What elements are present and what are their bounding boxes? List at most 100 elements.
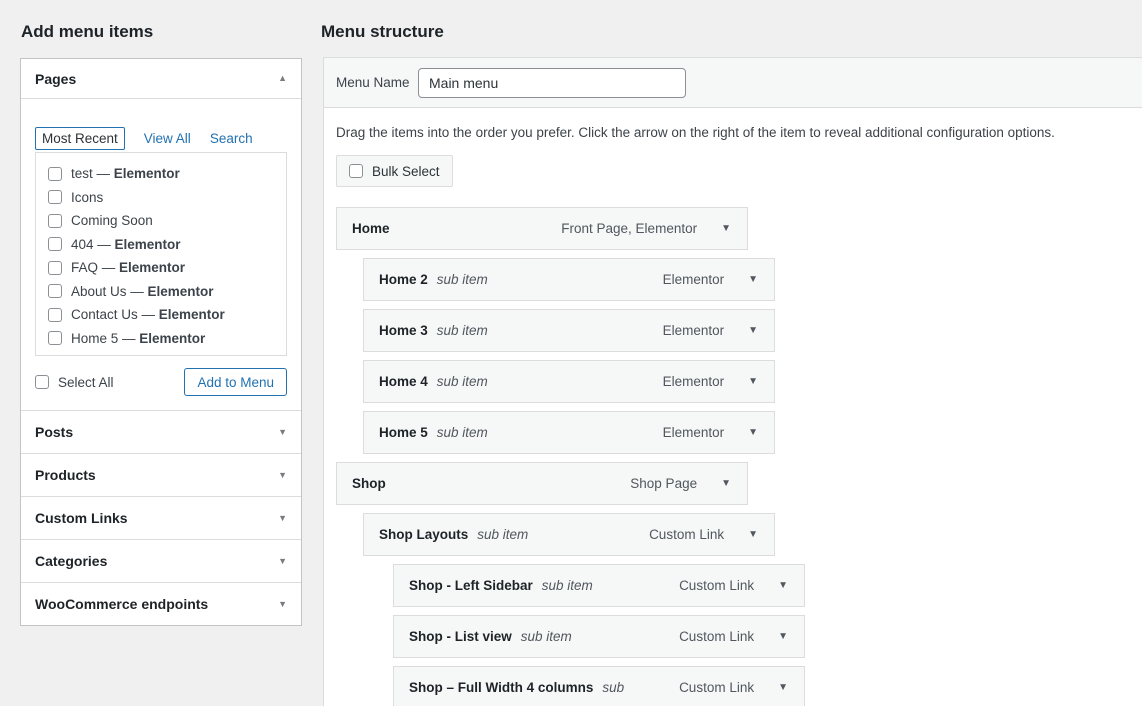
chevron-up-icon: ▲ [278, 74, 287, 83]
page-checklist: test — Elementor Icons Coming Soon 404 — El… [35, 152, 287, 356]
chevron-down-icon[interactable]: ▼ [748, 428, 758, 438]
add-menu-items-panel: Pages ▲ Most Recent View All Search test… [20, 58, 302, 626]
chevron-down-icon[interactable]: ▼ [748, 530, 758, 540]
menu-item-title: Shop [352, 476, 386, 491]
page-checklist-item[interactable]: 404 — Elementor [36, 233, 286, 257]
bulk-select-label: Bulk Select [372, 164, 440, 179]
sidebar-section-products: Products▼ [21, 453, 301, 496]
menu-item-title: Home 5 [379, 425, 428, 440]
checkbox-icon[interactable] [48, 284, 62, 298]
tab-search[interactable]: Search [210, 131, 253, 146]
menu-item-sub-label: sub item [437, 425, 488, 440]
accordion-pages-header[interactable]: Pages ▲ [21, 59, 301, 99]
menu-item-type-label: Elementor [663, 374, 725, 389]
menu-name-bar: Menu Name [324, 58, 1142, 108]
checkbox-icon[interactable] [48, 214, 62, 228]
checkbox-icon[interactable] [48, 331, 62, 345]
menu-name-input[interactable] [418, 68, 686, 98]
chevron-down-icon[interactable]: ▼ [748, 377, 758, 387]
accordion-header[interactable]: Categories ▼ [21, 540, 301, 582]
checkbox-icon[interactable] [35, 375, 49, 389]
chevron-down-icon: ▼ [278, 514, 287, 523]
accordion-pages-label: Pages [35, 71, 76, 87]
bulk-select-toggle[interactable]: Bulk Select [336, 155, 453, 187]
menu-name-label: Menu Name [336, 75, 418, 90]
menu-items-list: HomeFront Page, Elementor▼Home 2sub item… [336, 207, 1130, 706]
accordion-header[interactable]: Custom Links ▼ [21, 497, 301, 539]
menu-item-bar[interactable]: HomeFront Page, Elementor▼ [336, 207, 748, 250]
menu-item-type-label: Elementor [663, 425, 725, 440]
page-checklist-item[interactable]: Home 5 — Elementor [36, 327, 286, 351]
accordion-label: Categories [35, 553, 107, 569]
checkbox-icon[interactable] [48, 237, 62, 251]
menu-item-bar[interactable]: Shop – Full Width 4 columnssubCustom Lin… [393, 666, 805, 706]
menu-item-title: Home 3 [379, 323, 428, 338]
menu-item-title: Shop – Full Width 4 columns [409, 680, 593, 695]
menu-item-title: Home 2 [379, 272, 428, 287]
accordion-header[interactable]: Posts ▼ [21, 411, 301, 453]
chevron-down-icon[interactable]: ▼ [778, 683, 788, 693]
sidebar-section-woocommerce-endpoints: WooCommerce endpoints▼ [21, 582, 301, 625]
add-to-menu-button[interactable]: Add to Menu [184, 368, 287, 396]
chevron-down-icon: ▼ [278, 428, 287, 437]
page-item-state: Elementor [159, 307, 225, 322]
menu-item-bar[interactable]: Home 2sub itemElementor▼ [363, 258, 775, 301]
accordion-header[interactable]: Products▼ [21, 454, 301, 496]
menu-item-title: Shop - List view [409, 629, 512, 644]
tab-most-recent[interactable]: Most Recent [35, 127, 125, 150]
menu-item-type-label: Custom Link [679, 578, 754, 593]
menu-item-type-label: Custom Link [649, 527, 724, 542]
chevron-down-icon[interactable]: ▼ [778, 581, 788, 591]
page-item-label: Contact Us — Elementor [71, 307, 225, 322]
checkbox-icon[interactable] [48, 167, 62, 181]
page-checklist-item[interactable]: About Us — Elementor [36, 280, 286, 304]
checkbox-icon[interactable] [48, 308, 62, 322]
menu-item-type-label: Front Page, Elementor [561, 221, 697, 236]
page-checklist-item[interactable]: test — Elementor [36, 162, 286, 186]
chevron-down-icon[interactable]: ▼ [748, 326, 758, 336]
menu-item-sub-label: sub item [521, 629, 572, 644]
menu-item-bar[interactable]: Home 3sub itemElementor▼ [363, 309, 775, 352]
menu-item-bar[interactable]: Shop Layoutssub itemCustom Link▼ [363, 513, 775, 556]
page-checklist-item[interactable]: FAQ — Elementor [36, 256, 286, 280]
sidebar-section-custom-links: Custom Links ▼ [21, 496, 301, 539]
page-checklist-item[interactable]: Icons [36, 186, 286, 210]
menu-item-sub-label: sub item [542, 578, 593, 593]
chevron-down-icon[interactable]: ▼ [778, 632, 788, 642]
chevron-down-icon[interactable]: ▼ [721, 479, 731, 489]
menu-item-title: Shop Layouts [379, 527, 468, 542]
menu-item-sub-label: sub item [437, 272, 488, 287]
page-checklist-item[interactable]: Coming Soon [36, 209, 286, 233]
checkbox-icon[interactable] [48, 190, 62, 204]
select-all-control[interactable]: Select All [35, 375, 114, 390]
page-item-label: Icons [71, 190, 103, 205]
menu-item-bar[interactable]: Home 5 sub item Elementor ▼ [363, 411, 775, 454]
accordion-label: Products [35, 467, 96, 483]
chevron-down-icon: ▼ [278, 557, 287, 566]
menu-item-title: Shop - Left Sidebar [409, 578, 533, 593]
add-menu-items-title: Add menu items [21, 22, 153, 42]
checkbox-icon[interactable] [48, 261, 62, 275]
page-checklist-item[interactable]: Contact Us — Elementor [36, 303, 286, 327]
chevron-down-icon[interactable]: ▼ [721, 224, 731, 234]
chevron-down-icon[interactable]: ▼ [748, 275, 758, 285]
page-item-label: Coming Soon [71, 213, 153, 228]
menu-item-bar[interactable]: Shop - List viewsub itemCustom Link▼ [393, 615, 805, 658]
chevron-down-icon: ▼ [278, 600, 287, 609]
page-item-label: FAQ — Elementor [71, 260, 185, 275]
menu-structure-body: Drag the items into the order you prefer… [324, 125, 1142, 706]
checkbox-icon[interactable] [349, 164, 363, 178]
accordion-label: Custom Links [35, 510, 128, 526]
menu-item-bar[interactable]: Home 4sub itemElementor▼ [363, 360, 775, 403]
menu-item-type-label: Custom Link [679, 680, 754, 695]
page-item-label: About Us — Elementor [71, 284, 214, 299]
menu-structure-panel: Menu Name Drag the items into the order … [323, 57, 1142, 706]
menu-item-bar[interactable]: Shop - Left Sidebar sub item Custom Link ▼ [393, 564, 805, 607]
accordion-label: Posts [35, 424, 73, 440]
accordion-header[interactable]: WooCommerce endpoints▼ [21, 583, 301, 625]
menu-item-title: Home 4 [379, 374, 428, 389]
pages-panel-body: Most Recent View All Search test — Eleme… [21, 99, 301, 410]
select-all-label: Select All [58, 375, 114, 390]
tab-view-all[interactable]: View All [144, 131, 191, 146]
menu-item-bar[interactable]: ShopShop Page▼ [336, 462, 748, 505]
